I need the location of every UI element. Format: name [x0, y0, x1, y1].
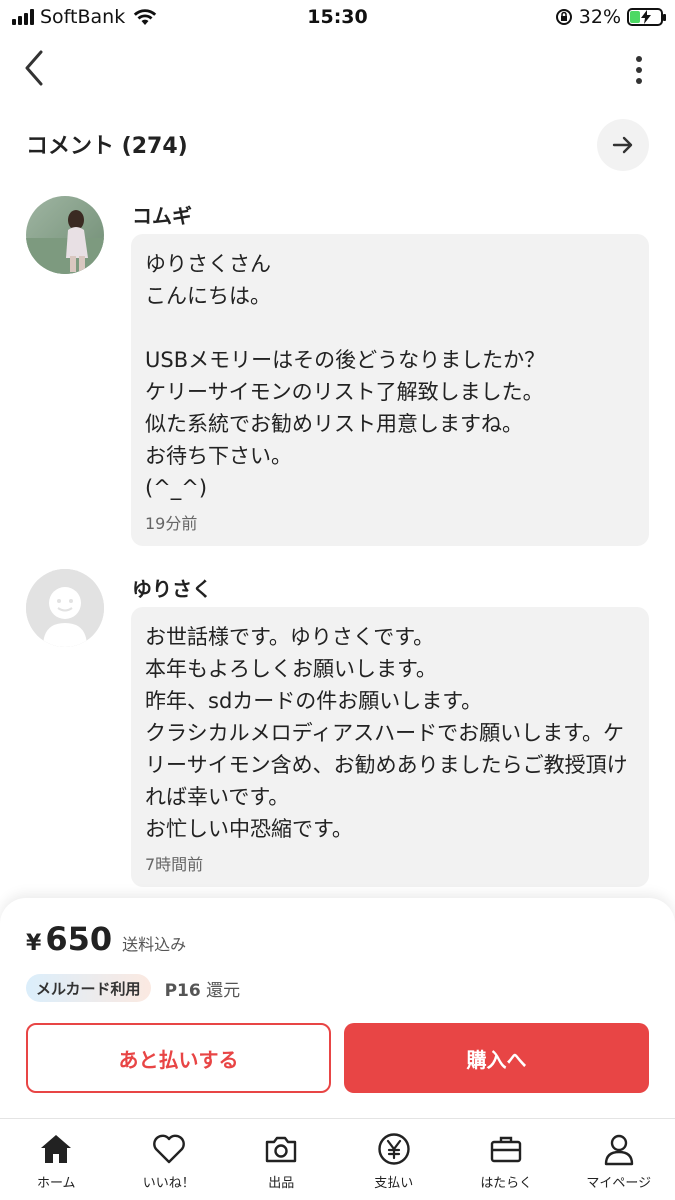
user-photo-avatar [26, 196, 104, 274]
home-icon [38, 1131, 74, 1167]
badge-row: メルカード利用 P16 還元 [26, 974, 240, 1002]
buy-button[interactable]: 購入へ [344, 1023, 649, 1093]
arrow-right-icon [612, 136, 633, 154]
battery-icon [627, 8, 666, 26]
view-all-comments-button[interactable] [597, 119, 649, 171]
mercard-badge[interactable]: メルカード利用 [26, 974, 151, 1002]
more-dot-icon [636, 78, 642, 84]
tab-label: いいね！ [142, 1176, 195, 1191]
comment-text: ゆりさくさん こんにちは。 USBメモリーはその後どうなりましたか？ ケリーサイ… [145, 252, 546, 500]
price-value: 650 [45, 920, 113, 958]
tab-label: ホーム [36, 1176, 76, 1191]
points-info: P16 還元 [165, 976, 241, 1001]
tab-payment[interactable]: 支払い [338, 1119, 451, 1200]
price-row: ¥ 650 送料込み [26, 920, 186, 958]
more-dot-icon [636, 56, 642, 62]
pay-later-button[interactable]: あと払いする [26, 1023, 331, 1093]
camera-icon [263, 1131, 299, 1167]
points-suffix: 還元 [206, 980, 241, 1001]
points-value: P16 [164, 980, 201, 1001]
tab-likes[interactable]: いいね！ [113, 1119, 226, 1200]
tab-bar: ホーム いいね！ 出品 支払い はたらく マイページ [0, 1118, 675, 1200]
comment-time: 7時間前 [145, 855, 204, 874]
avatar[interactable] [26, 569, 104, 647]
comment-time: 19分前 [145, 514, 198, 533]
back-button[interactable] [14, 48, 54, 88]
comment-author[interactable]: ゆりさく [132, 573, 212, 602]
battery-percent: 32% [578, 6, 621, 28]
currency-symbol: ¥ [26, 931, 42, 956]
person-icon [601, 1131, 637, 1167]
charging-bolt-icon [641, 10, 651, 24]
more-dot-icon [636, 67, 642, 73]
briefcase-icon [488, 1131, 524, 1167]
comment-bubble: お世話様です。ゆりさくです。 本年もよろしくお願いします。 昨年、sdカードの件… [131, 607, 649, 887]
tab-label: マイページ [586, 1176, 652, 1191]
shipping-note: 送料込み [122, 935, 187, 954]
more-options-button[interactable] [627, 52, 651, 88]
orientation-lock-icon [555, 9, 572, 25]
comment-bubble: ゆりさくさん こんにちは。 USBメモリーはその後どうなりましたか？ ケリーサイ… [131, 234, 649, 546]
tab-label: 出品 [268, 1176, 295, 1191]
tab-sell[interactable]: 出品 [225, 1119, 338, 1200]
comment-author[interactable]: コムギ [132, 200, 192, 229]
tab-label: はたらく [480, 1176, 533, 1191]
status-right: 32% [555, 6, 666, 28]
tab-work[interactable]: はたらく [450, 1119, 563, 1200]
tab-mypage[interactable]: マイページ [563, 1119, 675, 1200]
default-avatar-icon [26, 569, 104, 647]
yen-icon [376, 1131, 412, 1167]
purchase-panel: ¥ 650 送料込み メルカード利用 P16 還元 あと払いする 購入へ [0, 898, 675, 1120]
chevron-left-icon [25, 50, 43, 86]
tab-home[interactable]: ホーム [0, 1119, 113, 1200]
avatar[interactable] [26, 196, 104, 274]
status-bar: SoftBank 15:30 32% [0, 0, 675, 36]
comment-text: お世話様です。ゆりさくです。 本年もよろしくお願いします。 昨年、sdカードの件… [145, 625, 628, 841]
comments-title: コメント (274) [26, 134, 188, 159]
heart-icon [151, 1131, 187, 1167]
tab-label: 支払い [374, 1176, 414, 1191]
